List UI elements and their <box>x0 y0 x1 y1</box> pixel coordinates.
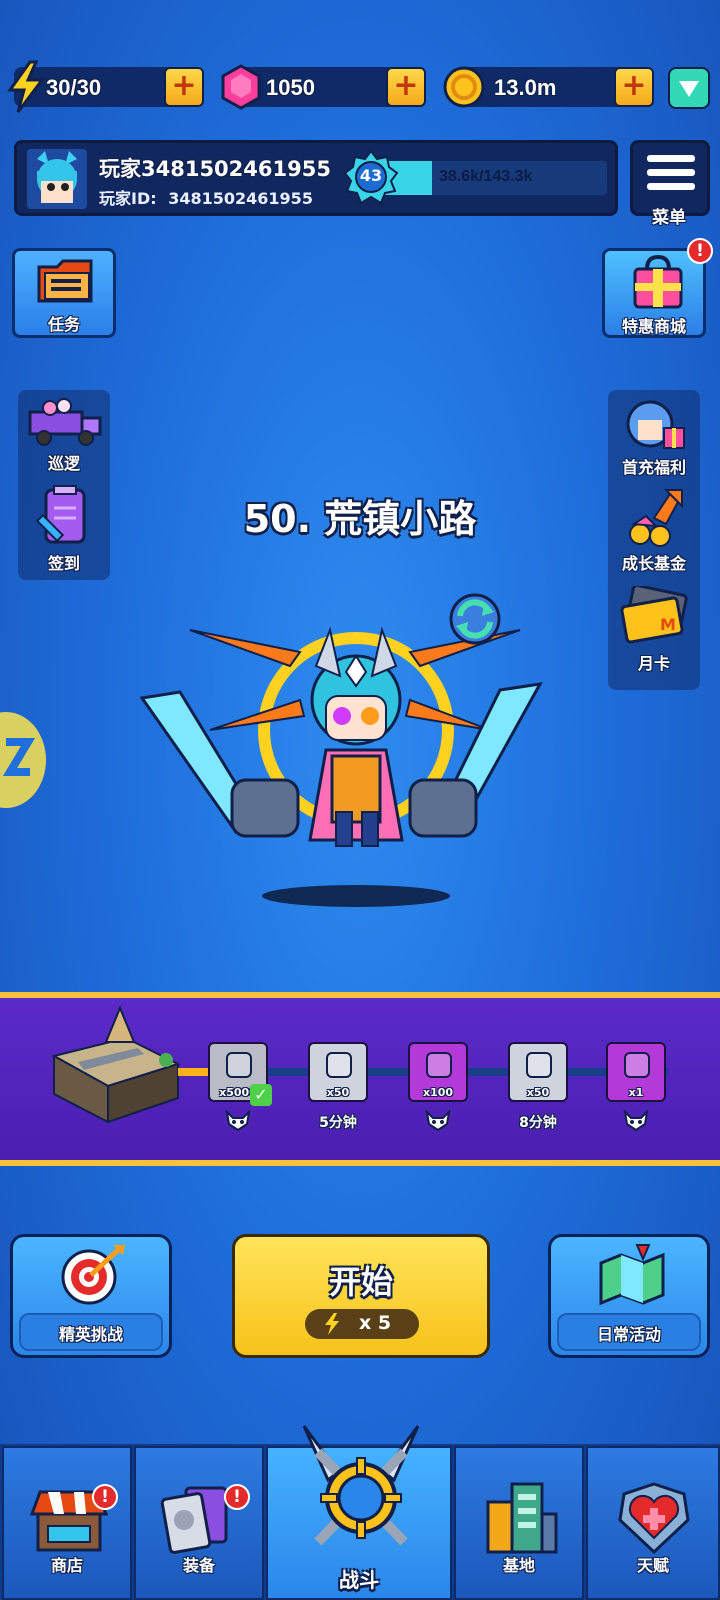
nav-equipment-badge: ! <box>224 1484 250 1510</box>
boss-skull-icon <box>425 1109 451 1132</box>
swap-hero-button[interactable] <box>444 592 506 646</box>
first-recharge-label: 首充福利 <box>621 458 686 477</box>
start-button[interactable]: 开始 x 5 <box>232 1234 490 1358</box>
nav-base-label: 基地 <box>502 1556 535 1575</box>
nav-battle-label: 战斗 <box>339 1568 379 1592</box>
player-id-value: 3481502461955 <box>168 189 313 208</box>
reward-icon <box>326 1052 352 1078</box>
add-energy-button[interactable]: + <box>164 67 204 107</box>
heart-shield-icon <box>618 1482 690 1555</box>
battle-crosshair-icon <box>302 1425 420 1546</box>
reward-quantity: x100 <box>422 1086 454 1099</box>
first-recharge-button[interactable]: 首充福利 <box>610 398 698 478</box>
patrol-label: 巡逻 <box>47 454 80 473</box>
special-shop-label: 特惠商城 <box>621 317 686 336</box>
lightning-icon <box>325 1313 339 1335</box>
map-icon <box>599 1244 665 1306</box>
boss-skull-icon <box>225 1109 251 1132</box>
gift-bag-icon <box>633 255 683 309</box>
player-id-label: 玩家ID: <box>99 189 157 208</box>
truck-icon <box>28 398 102 446</box>
boss-skull-icon <box>623 1109 649 1132</box>
nav-talent-label: 天赋 <box>636 1556 669 1575</box>
claimed-check-icon: ✓ <box>250 1084 272 1106</box>
lightning-icon <box>7 60 45 113</box>
gem-value: 1050 <box>266 75 315 100</box>
daily-activity-label: 日常活动 <box>596 1325 661 1344</box>
nav-equipment[interactable]: 装备 <box>134 1446 264 1600</box>
special-shop-button[interactable]: 特惠商城 <box>602 248 706 338</box>
xp-text: 38.6k/143.3k <box>439 168 533 185</box>
reward-item[interactable]: x100 <box>408 1042 468 1102</box>
reward-icon <box>226 1052 252 1078</box>
nav-talent[interactable]: 天赋 <box>586 1446 720 1600</box>
start-cost-value: x 5 <box>359 1312 392 1334</box>
folder-icon <box>37 259 93 303</box>
nav-equipment-label: 装备 <box>182 1556 215 1575</box>
player-id-row: 玩家ID: 3481502461955 <box>99 185 313 209</box>
elite-challenge-button[interactable]: 精英挑战 <box>10 1234 172 1358</box>
hero-character[interactable] <box>139 580 580 910</box>
card-icon: M <box>620 586 688 644</box>
character-gift-icon <box>626 400 685 449</box>
elite-challenge-label: 精英挑战 <box>58 1325 123 1344</box>
reward-quantity: x50 <box>526 1086 550 1099</box>
energy-value: 30/30 <box>46 75 102 100</box>
level-badge: 43 <box>343 149 399 205</box>
reward-time-label: 8分钟 <box>519 1115 557 1131</box>
vip-shield-button[interactable] <box>668 67 710 109</box>
target-icon <box>61 1245 125 1305</box>
reward-track-progress <box>178 1068 210 1076</box>
stage-title: 50. 荒镇小路 <box>243 497 477 541</box>
nav-base[interactable]: 基地 <box>454 1446 584 1600</box>
nav-shop-badge: ! <box>92 1484 118 1510</box>
reward-item[interactable]: x1 <box>606 1042 666 1102</box>
refresh-icon <box>449 593 501 645</box>
player-card[interactable]: 玩家3481502461955 玩家ID: 3481502461955 38.6… <box>14 140 618 216</box>
hamburger-icon <box>647 155 695 190</box>
reward-item[interactable]: x5000 ✓ <box>208 1042 272 1106</box>
daily-activity-button[interactable]: 日常活动 <box>548 1234 710 1358</box>
menu-label: 菜单 <box>652 208 686 228</box>
avatar[interactable] <box>27 149 87 209</box>
nav-battle[interactable]: 战斗 <box>266 1425 452 1600</box>
add-gold-button[interactable]: + <box>614 67 654 107</box>
event-bubble-icon[interactable] <box>0 712 46 808</box>
special-shop-badge: ! <box>687 238 713 264</box>
start-label: 开始 <box>328 1263 393 1301</box>
add-gems-button[interactable]: + <box>386 67 426 107</box>
reward-item[interactable]: x50 <box>508 1042 568 1102</box>
reward-icon <box>426 1052 452 1078</box>
nav-shop-label: 商店 <box>50 1556 83 1575</box>
shield-icon <box>679 81 699 97</box>
svg-text:M: M <box>660 615 676 634</box>
gold-value: 13.0m <box>494 75 557 100</box>
patrol-button[interactable]: 巡逻 <box>20 398 108 474</box>
buildings-icon <box>486 1482 558 1554</box>
growth-fund-label: 成长基金 <box>621 554 686 573</box>
month-card-button[interactable]: M 月卡 <box>610 584 698 674</box>
reward-time-label: 5分钟 <box>319 1115 357 1131</box>
tasks-label: 任务 <box>47 315 80 334</box>
tasks-button[interactable]: 任务 <box>12 248 116 338</box>
month-card-label: 月卡 <box>637 654 670 673</box>
signin-label: 签到 <box>47 554 80 573</box>
gold-coin-icon <box>443 66 485 108</box>
nav-shop[interactable]: 商店 <box>2 1446 132 1600</box>
start-cost-pill: x 5 <box>305 1309 419 1339</box>
gem-icon <box>221 64 261 110</box>
reward-quantity: x1 <box>628 1086 644 1099</box>
player-name: 玩家3481502461955 <box>99 157 331 181</box>
reward-icon <box>624 1052 650 1078</box>
level-value: 43 <box>359 166 383 185</box>
stage-map-tile[interactable] <box>48 1002 182 1128</box>
reward-item[interactable]: x50 <box>308 1042 368 1102</box>
reward-icon <box>526 1052 552 1078</box>
reward-quantity: x50 <box>326 1086 350 1099</box>
